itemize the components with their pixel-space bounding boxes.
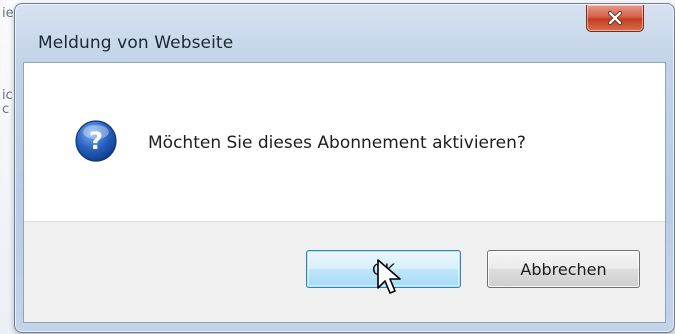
message-dialog: Meldung von Webseite ? Möchten Sie diese…	[14, 3, 675, 333]
background-text-fragment: ie	[2, 6, 14, 21]
svg-text:?: ?	[89, 127, 103, 155]
dialog-content: ? Möchten Sie dieses Abonnement aktivier…	[23, 62, 666, 323]
ok-button[interactable]: OK	[306, 250, 461, 288]
close-button[interactable]	[586, 5, 644, 32]
dialog-title: Meldung von Webseite	[38, 33, 234, 53]
question-icon: ?	[75, 120, 117, 162]
background-text-fragment: ic	[2, 88, 13, 103]
dialog-message: Möchten Sie dieses Abonnement aktivieren…	[148, 133, 526, 153]
cancel-button[interactable]: Abbrechen	[487, 250, 640, 288]
close-icon	[608, 11, 622, 25]
title-bar[interactable]: Meldung von Webseite	[15, 4, 674, 66]
message-area: ? Möchten Sie dieses Abonnement aktivier…	[24, 63, 665, 222]
background-text-fragment: c	[2, 102, 10, 117]
